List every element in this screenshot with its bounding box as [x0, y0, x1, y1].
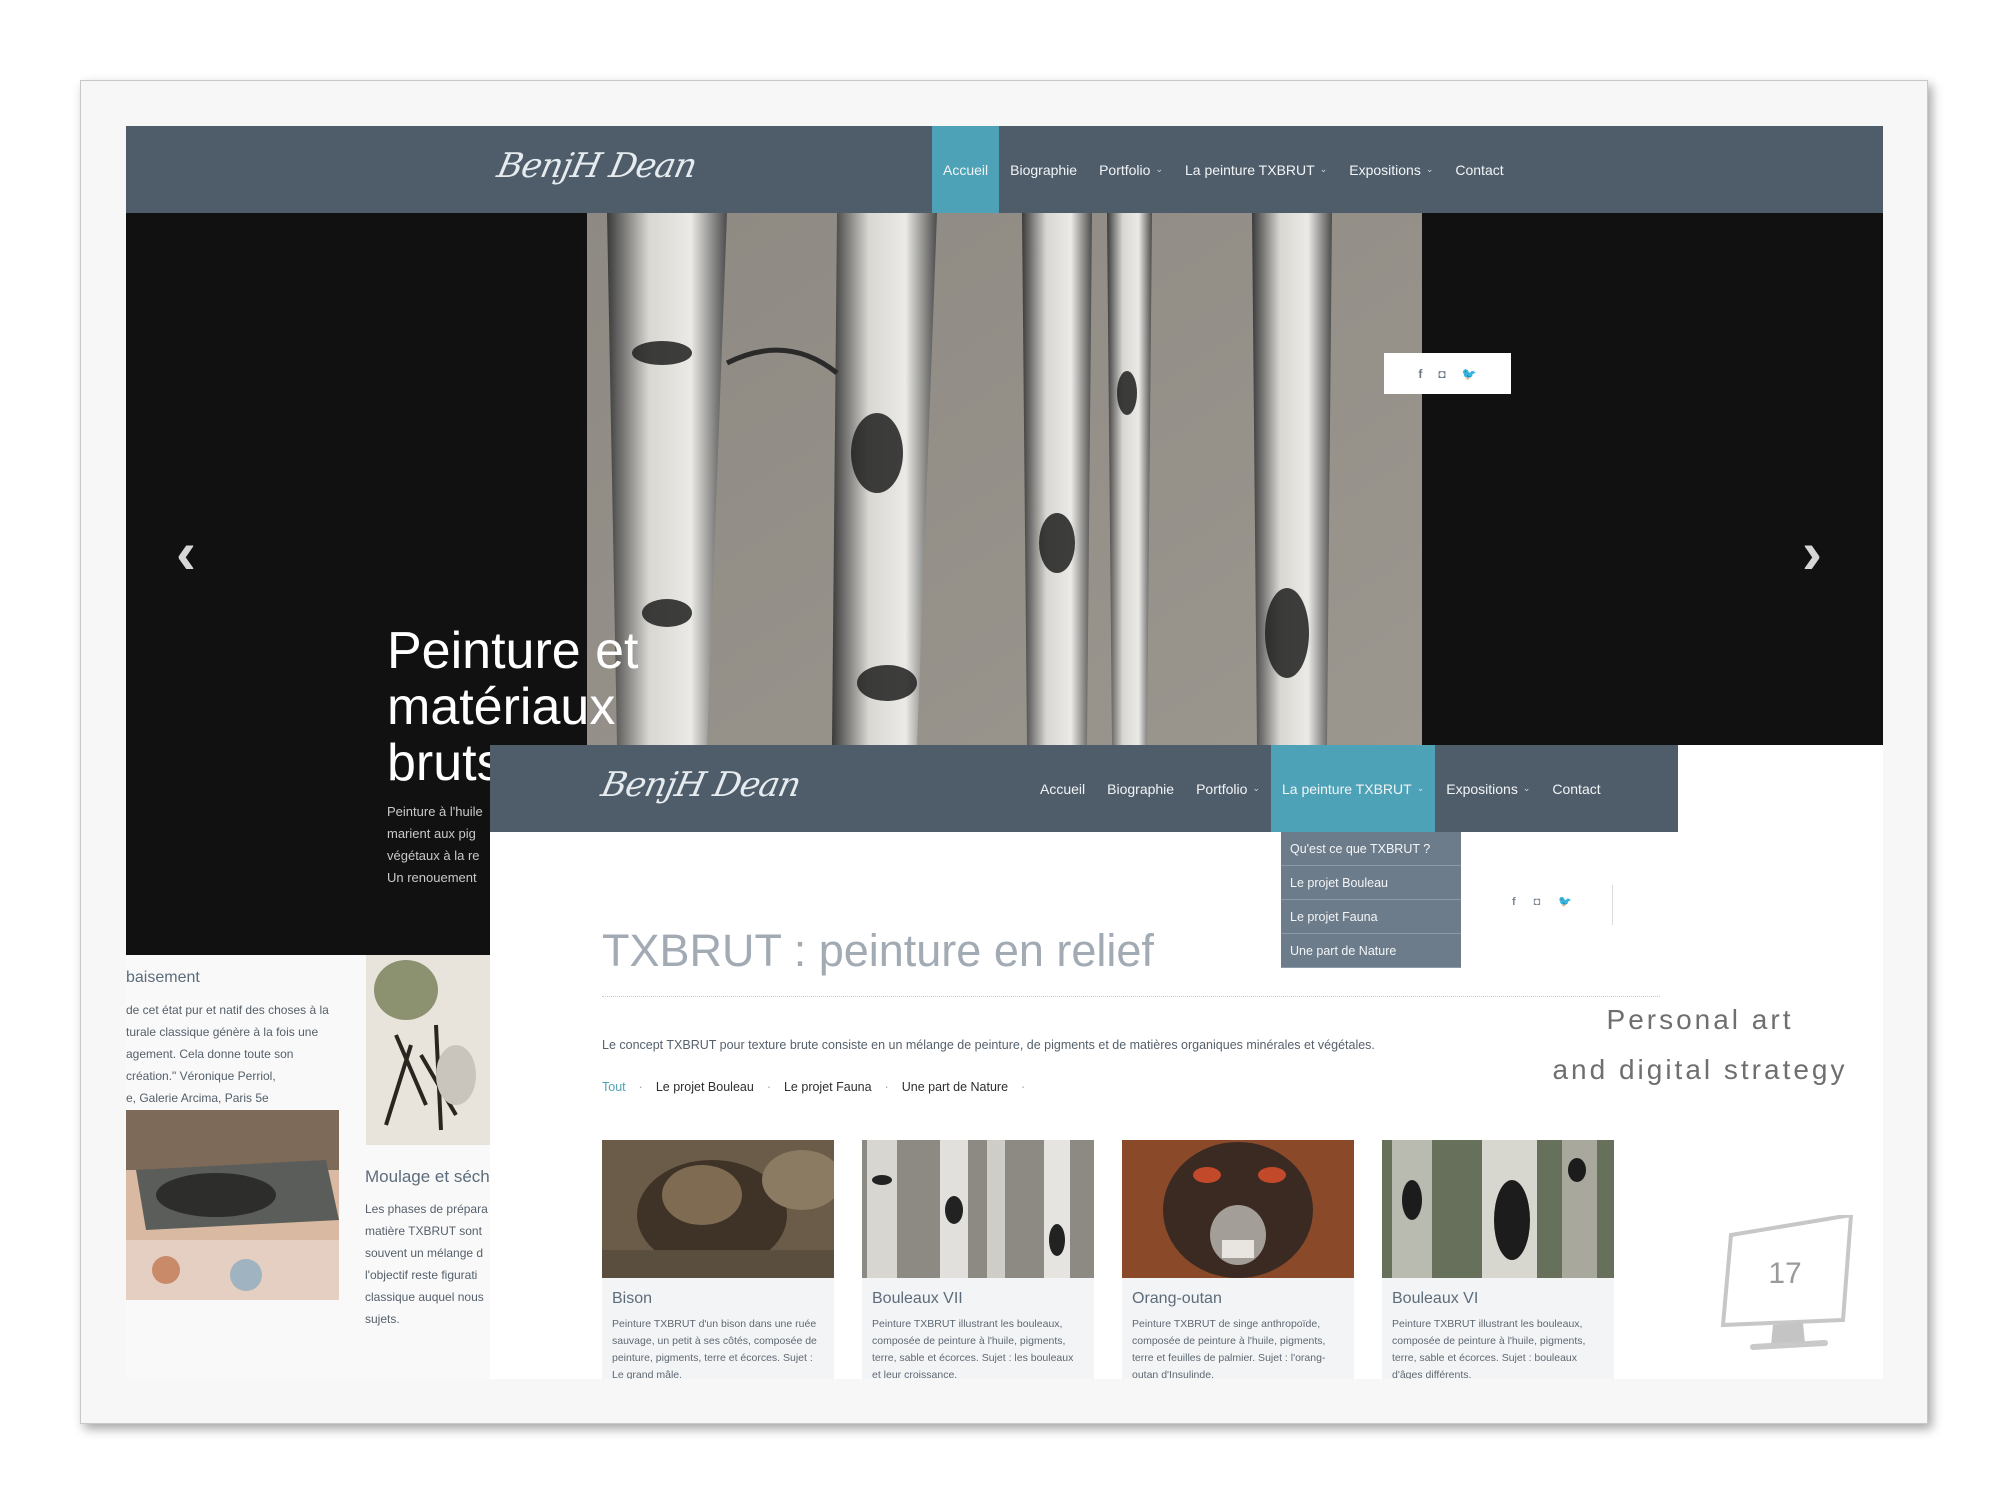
card-description: Peinture TXBRUT illustrant les bouleaux,…	[872, 1318, 1074, 1379]
quote-text: de cet état pur et natif des choses à la…	[126, 1003, 329, 1105]
card-title: Bouleaux VII	[872, 1290, 963, 1307]
txbrut-main-nav: Accueil Biographie Portfolio ⌄ La peintur…	[1029, 745, 1612, 832]
menu-item-part-de-nature[interactable]: Une part de Nature	[1281, 934, 1461, 968]
card-title: Bison	[612, 1290, 653, 1307]
nav-accueil[interactable]: Accueil	[1029, 745, 1096, 832]
paint-jar-image	[366, 955, 491, 1145]
chevron-down-icon: ⌄	[1319, 164, 1328, 174]
portfolio-card[interactable]: Orang-outan Peinture TXBRUT de singe ant…	[1122, 1140, 1354, 1379]
nav-contact[interactable]: Contact	[1444, 126, 1514, 213]
card-title: Bouleaux VI	[1392, 1290, 1479, 1307]
chevron-down-icon: ⌄	[1155, 164, 1163, 174]
nav-contact[interactable]: Contact	[1541, 745, 1611, 832]
portfolio-card[interactable]: Bison Peinture TXBRUT d'un bison dans un…	[602, 1140, 834, 1379]
card-description: Peinture TXBRUT d'un bison dans une ruée…	[612, 1318, 817, 1379]
divider	[1612, 885, 1613, 925]
main-nav: Accueil Biographie Portfolio ⌄ La peintur…	[932, 126, 1515, 213]
twitter-icon[interactable]: 🐦	[1462, 367, 1477, 381]
section-title: baisement	[126, 969, 200, 986]
filter-projet-fauna[interactable]: Le projet Fauna	[784, 1080, 872, 1094]
portfolio-filters: Tout · Le projet Bouleau · Le projet Fau…	[602, 1080, 1038, 1094]
separator: ·	[884, 1080, 889, 1094]
tagline: Personal art and digital strategy	[1552, 1004, 1848, 1085]
bison-painting-image	[602, 1140, 834, 1278]
nav-peinture-txbrut[interactable]: La peinture TXBRUT ⌄	[1174, 126, 1338, 213]
site-logo[interactable]: BenjH Dean	[598, 765, 804, 805]
orangutan-painting-image	[1122, 1140, 1354, 1278]
txbrut-page-screenshot: BenjH Dean Accueil Biographie Portfolio ⌄…	[490, 745, 1883, 1379]
portfolio-card[interactable]: Bouleaux VII Peinture TXBRUT illustrant …	[862, 1140, 1094, 1379]
chevron-down-icon: ⌄	[1416, 783, 1425, 793]
menu-item-quest-ce-que-txbrut[interactable]: Qu'est ce que TXBRUT ?	[1281, 832, 1461, 866]
filter-tout[interactable]: Tout	[602, 1080, 626, 1094]
menu-item-projet-fauna[interactable]: Le projet Fauna	[1281, 900, 1461, 934]
birch-painting-image	[587, 213, 1422, 745]
nav-expositions[interactable]: Expositions ⌄	[1338, 126, 1444, 213]
moulage-title: Moulage et séch	[365, 1167, 490, 1186]
filter-projet-bouleau[interactable]: Le projet Bouleau	[656, 1080, 754, 1094]
nav-accueil[interactable]: Accueil	[932, 126, 1000, 213]
chevron-down-icon: ⌄	[1522, 783, 1531, 793]
txbrut-dropdown-menu: Qu'est ce que TXBRUT ? Le projet Bouleau…	[1281, 832, 1461, 968]
card-description: Peinture TXBRUT de singe anthropoïde, co…	[1132, 1318, 1326, 1379]
chevron-down-icon: ⌄	[1252, 783, 1260, 793]
facebook-icon[interactable]: f	[1512, 896, 1516, 908]
nav-expositions[interactable]: Expositions ⌄	[1435, 745, 1541, 832]
card-description: Peinture TXBRUT illustrant les bouleaux,…	[1392, 1318, 1586, 1379]
birch-painting-image	[1382, 1140, 1614, 1278]
nav-portfolio[interactable]: Portfolio ⌄	[1088, 126, 1174, 213]
txbrut-navbar: BenjH Dean Accueil Biographie Portfolio ⌄…	[490, 745, 1678, 832]
page-title: TXBRUT : peinture en relief	[602, 925, 1154, 976]
twitter-icon[interactable]: 🐦	[1558, 895, 1572, 908]
chevron-down-icon: ⌄	[1425, 164, 1434, 174]
slider-prev-arrow-icon[interactable]: ‹	[176, 523, 196, 583]
separator: ·	[766, 1080, 771, 1094]
instagram-icon[interactable]: ◘	[1438, 367, 1445, 381]
instagram-icon[interactable]: ◘	[1534, 896, 1541, 908]
monitor-icon: 17	[1713, 1212, 1863, 1355]
concept-text: Le concept TXBRUT pour texture brute con…	[602, 1038, 1375, 1052]
palette-image	[126, 1110, 339, 1300]
birch-painting-image	[862, 1140, 1094, 1278]
social-links: f ◘ 🐦	[1512, 895, 1572, 909]
social-links: f ◘ 🐦	[1384, 353, 1511, 394]
nav-peinture-txbrut[interactable]: La peinture TXBRUT ⌄	[1270, 745, 1436, 832]
menu-item-projet-bouleau[interactable]: Le projet Bouleau	[1281, 866, 1461, 900]
moulage-text: Les phases de prépara matière TXBRUT son…	[365, 1202, 488, 1326]
nav-biographie[interactable]: Biographie	[1096, 745, 1185, 832]
nav-portfolio[interactable]: Portfolio ⌄	[1185, 745, 1271, 832]
top-navbar: BenjH Dean Accueil Biographie Portfolio ⌄…	[126, 126, 1883, 213]
filter-part-de-nature[interactable]: Une part de Nature	[902, 1080, 1008, 1094]
slide-number: 17	[1768, 1257, 1801, 1290]
slider-next-arrow-icon[interactable]: ›	[1802, 523, 1822, 583]
card-title: Orang-outan	[1132, 1290, 1222, 1307]
nav-biographie[interactable]: Biographie	[999, 126, 1088, 213]
title-divider	[602, 996, 1660, 997]
separator: ·	[638, 1080, 643, 1094]
facebook-icon[interactable]: f	[1418, 367, 1422, 381]
site-logo[interactable]: BenjH Dean	[494, 146, 700, 186]
portfolio-card[interactable]: Bouleaux VI Peinture TXBRUT illustrant l…	[1382, 1140, 1614, 1379]
separator: ·	[1021, 1080, 1026, 1094]
